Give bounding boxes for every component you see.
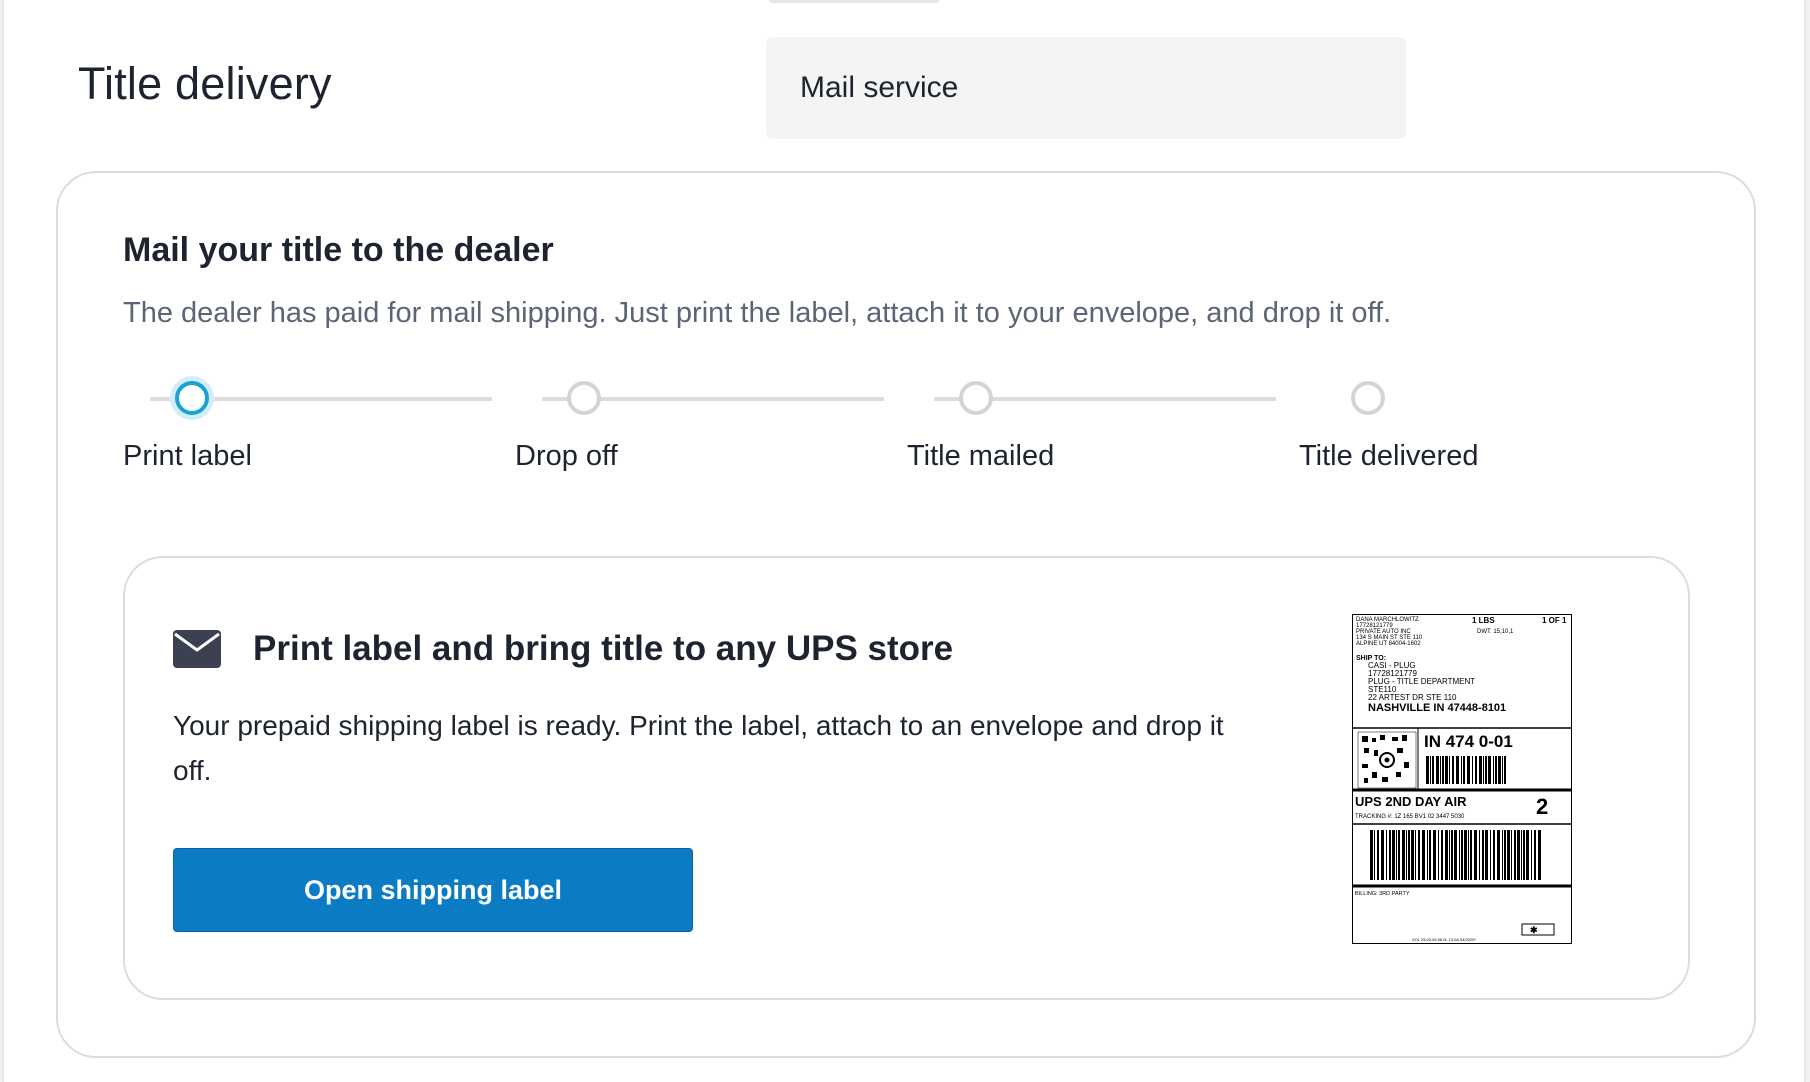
step-label-drop-off: Drop off bbox=[515, 440, 618, 472]
label-recipient-line: 22 ARTEST DR STE 110 bbox=[1368, 693, 1457, 702]
qr-code bbox=[1357, 731, 1417, 789]
step-dot-title-mailed bbox=[959, 381, 993, 415]
label-service: UPS 2ND DAY AIR bbox=[1355, 794, 1467, 809]
step-label-title-delivered: Title delivered bbox=[1299, 440, 1479, 472]
ups-mark: ✱ bbox=[1530, 925, 1538, 935]
mail-title-card: Mail your title to the dealer The dealer… bbox=[56, 171, 1756, 1058]
open-shipping-label-button[interactable]: Open shipping label bbox=[173, 848, 693, 932]
ups-shield-icon bbox=[1521, 923, 1555, 936]
delivery-method-value: Mail service bbox=[800, 71, 959, 104]
label-card-heading: Print label and bring title to any UPS s… bbox=[253, 629, 954, 668]
label-city-line: NASHVILLE IN 47448-8101 bbox=[1368, 702, 1506, 714]
label-weight: 1 LBS bbox=[1472, 616, 1495, 625]
label-dwt: DWT: 15,10,1 bbox=[1477, 629, 1514, 635]
step-dot-drop-off bbox=[567, 381, 601, 415]
page-title: Title delivery bbox=[78, 58, 332, 109]
step-dot-title-delivered bbox=[1351, 381, 1385, 415]
label-footer: XOL 25.03.05 58.0L 13.0A 04/2025* bbox=[1412, 937, 1476, 942]
shipping-label-image[interactable]: DANA MARCHLOWITZ 17728121779 PRIVATE AUT… bbox=[1352, 614, 1572, 944]
step-dot-print-label bbox=[175, 381, 209, 415]
label-service-number: 2 bbox=[1536, 794, 1548, 819]
mail-card-heading: Mail your title to the dealer bbox=[123, 231, 554, 269]
label-count: 1 OF 1 bbox=[1542, 616, 1567, 625]
progress-stepper: Print label Drop off Title mailed Title … bbox=[120, 381, 1480, 497]
page: Title delivery Mail service Mail your ti… bbox=[3, 0, 1805, 1082]
shipping-label-card: Print label and bring title to any UPS s… bbox=[123, 556, 1690, 1000]
envelope-icon bbox=[173, 630, 221, 668]
step-label-print-label: Print label bbox=[123, 440, 252, 472]
label-routing-code: IN 474 0-01 bbox=[1424, 732, 1513, 751]
top-divider bbox=[769, 0, 939, 3]
mail-card-description: The dealer has paid for mail shipping. J… bbox=[123, 297, 1392, 329]
label-card-description: Your prepaid shipping label is ready. Pr… bbox=[173, 710, 1224, 786]
step-label-title-mailed: Title mailed bbox=[907, 440, 1055, 472]
label-tracking: TRACKING #: 1Z 165 BV1 02 3447 5030 bbox=[1355, 814, 1465, 820]
delivery-method-field[interactable]: Mail service bbox=[766, 37, 1406, 139]
label-sender-line: ALPINE UT 84004-1602 bbox=[1356, 641, 1421, 647]
label-billing: BILLING: 3RD PARTY bbox=[1355, 891, 1410, 897]
